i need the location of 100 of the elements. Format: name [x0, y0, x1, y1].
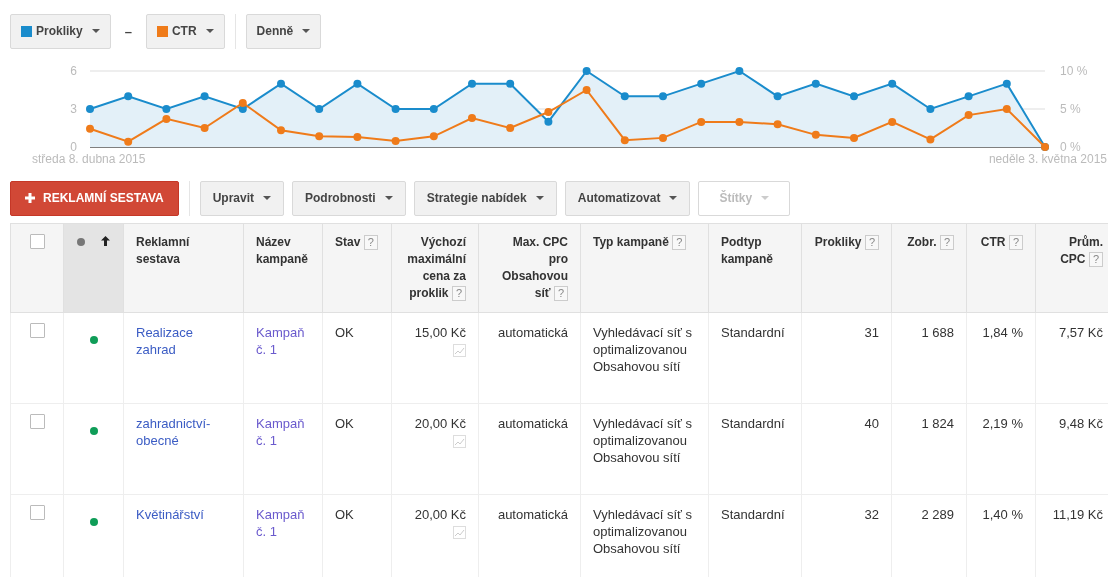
data-point [850, 92, 858, 101]
data-point [659, 133, 667, 142]
data-point [697, 79, 706, 88]
table-cell: 7,57 Kč [1058, 325, 1103, 340]
table-cell: OK [335, 416, 354, 431]
axis-tick-label: 10 % [1060, 64, 1088, 78]
data-point [162, 114, 171, 123]
data-point [86, 105, 94, 113]
chart-icon[interactable] [453, 344, 466, 357]
metric-dropdown[interactable]: Prokliky [10, 13, 111, 49]
table-cell: 9,48 Kč [1058, 416, 1103, 431]
table-cell: Standardní [721, 325, 785, 340]
data-point [200, 124, 209, 132]
data-point [277, 79, 285, 88]
column-header[interactable]: Prokliky ? [814, 234, 879, 251]
separator-dash: – [124, 23, 132, 39]
chart-icon[interactable] [453, 435, 466, 448]
data-point [888, 79, 897, 88]
axis-tick-label: 0 [70, 140, 77, 154]
data-point [926, 135, 935, 144]
axis-tick-label: 0 % [1060, 140, 1081, 154]
data-point [315, 132, 324, 141]
data-point [964, 111, 973, 120]
data-point [429, 105, 438, 113]
interval-dropdown[interactable]: Denně [245, 13, 322, 49]
axis-tick-label: 3 [70, 102, 77, 116]
column-header[interactable]: CTR ? [980, 234, 1023, 251]
data-point [200, 92, 209, 101]
table-cell: 20,00 Kč [414, 416, 466, 431]
table-cell: Vyhledávací síť s optimalizovanou Obsahovou sítí [593, 507, 693, 556]
table-cell: Vyhledávací síť s optimalizovanou Obsahovou sítí [593, 416, 693, 465]
column-header[interactable]: Typ kampaně ? [593, 234, 687, 251]
table-cell: 11,19 Kč [1052, 507, 1103, 522]
menu-dropdown[interactable]: Automatizovat [564, 180, 691, 216]
data-point [1002, 105, 1011, 113]
data-point [811, 79, 820, 88]
menu-dropdown[interactable]: Strategie nabídek [413, 180, 557, 216]
metric-dropdown[interactable]: CTR [145, 13, 225, 49]
data-point [277, 126, 285, 135]
data-point [124, 92, 133, 101]
table-cell: 32 [864, 507, 879, 522]
status-dot-icon [77, 238, 86, 246]
axis-tick-label: 6 [70, 64, 77, 78]
data-point [926, 105, 935, 113]
data-point [544, 117, 553, 126]
column-header[interactable]: Stav ? [335, 234, 378, 251]
data-point [620, 136, 629, 145]
data-point [506, 79, 515, 88]
table-cell: 1 688 [921, 325, 954, 340]
data-point [773, 92, 782, 101]
table-cell: 2,19 % [982, 416, 1023, 431]
table-cell: 1,40 % [982, 507, 1023, 522]
plus-icon [25, 193, 35, 203]
data-point [697, 117, 706, 126]
table-cell: automatická [497, 325, 568, 340]
ad-group-link[interactable]: Květinářství [136, 506, 204, 523]
data-point [582, 67, 591, 75]
data-point [620, 92, 629, 101]
table-cell: automatická [497, 416, 568, 431]
data-point [850, 133, 858, 142]
data-point [888, 117, 897, 126]
table-cell: 1,84 % [982, 325, 1023, 340]
add-ad-group-button[interactable]: REKLAMNÍ SESTAVA [10, 180, 179, 216]
data-point [238, 98, 247, 107]
data-point [391, 136, 400, 145]
data-point [353, 133, 362, 142]
column-header[interactable]: Zobr. ? [907, 234, 954, 251]
data-point [315, 105, 324, 113]
date-label: neděle 3. května 2015 [988, 152, 1107, 166]
checkbox[interactable] [29, 505, 45, 520]
data-point [773, 120, 782, 129]
data-point [468, 114, 476, 123]
data-point [391, 105, 400, 113]
table-cell: 40 [864, 416, 879, 431]
data-point [811, 130, 820, 139]
table-cell: OK [335, 507, 354, 522]
data-point [582, 86, 591, 94]
data-point [468, 79, 476, 88]
table-cell: 1 824 [921, 416, 954, 431]
table-cell: Standardní [721, 507, 785, 522]
data-point [1002, 79, 1011, 88]
data-point [735, 117, 744, 126]
table-cell: automatická [497, 507, 568, 522]
checkbox[interactable] [29, 323, 45, 338]
chart-icon[interactable] [453, 526, 466, 539]
data-point [506, 124, 515, 132]
menu-dropdown[interactable]: Upravit [199, 180, 284, 216]
table-cell: Vyhledávací síť s optimalizovanou Obsahovou sítí [593, 325, 693, 374]
data-point [544, 108, 553, 117]
status-column-header[interactable] [63, 223, 124, 313]
data-point [964, 92, 973, 101]
checkbox[interactable] [29, 414, 45, 429]
menu-dropdown[interactable]: Podrobnosti [292, 180, 406, 216]
data-point [735, 67, 744, 75]
data-point [86, 124, 94, 133]
checkbox[interactable] [29, 234, 45, 249]
sort-arrow-icon [100, 236, 110, 246]
table-cell: 2 289 [921, 507, 954, 522]
date-label: středa 8. dubna 2015 [32, 152, 146, 166]
data-point [353, 79, 362, 88]
